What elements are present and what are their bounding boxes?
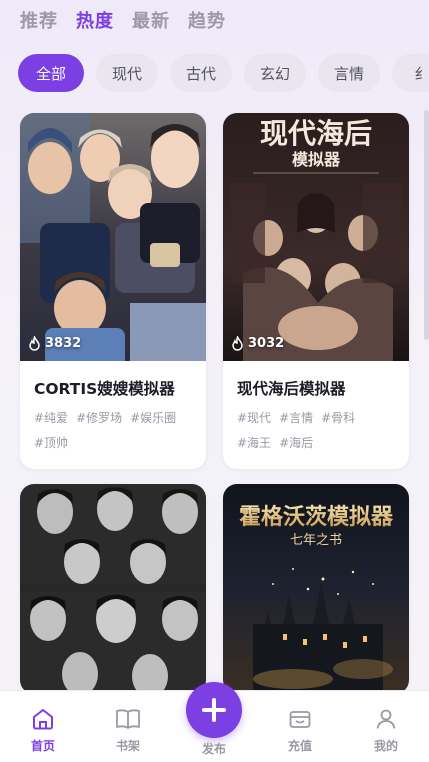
tab-hot[interactable]: 热度 bbox=[76, 7, 114, 33]
wallet-icon bbox=[289, 711, 311, 728]
story-cover-image bbox=[20, 484, 206, 694]
category-chip-modern[interactable]: 现代 bbox=[96, 54, 159, 92]
cover-subtitle-text: 模拟器 bbox=[292, 150, 341, 169]
publish-label: 发布 bbox=[201, 742, 226, 756]
flame-icon bbox=[29, 336, 40, 351]
story-tag[interactable]: #骨科 bbox=[321, 409, 355, 427]
story-cover-image: 3832 bbox=[20, 113, 206, 361]
story-title: 现代海后模拟器 bbox=[237, 380, 346, 398]
nav-recharge[interactable]: 充值 bbox=[270, 707, 330, 754]
top-tab-bar: 推荐 热度 最新 趋势 bbox=[0, 0, 429, 40]
story-tag[interactable]: #修罗场 bbox=[76, 409, 122, 427]
story-tag[interactable]: #顶帅 bbox=[34, 434, 68, 452]
nav-bookshelf[interactable]: 书架 bbox=[98, 707, 158, 754]
tab-latest[interactable]: 最新 bbox=[132, 7, 170, 33]
story-tag[interactable]: #海王 bbox=[237, 434, 271, 452]
story-tags: #纯爱 #修罗场 #娱乐圈 #顶帅 bbox=[20, 399, 206, 452]
heat-value: 3832 bbox=[45, 336, 82, 351]
nav-bookshelf-label: 书架 bbox=[115, 739, 140, 753]
book-icon bbox=[116, 709, 140, 729]
story-cover-image: 现代海后 模拟器 3032 bbox=[223, 113, 409, 361]
cover-title-text: 霍格沃茨模拟器 bbox=[239, 504, 394, 530]
nav-mine-label: 我的 bbox=[373, 739, 398, 753]
story-tags: #现代 #言情 #骨科 #海王 #海后 bbox=[223, 399, 409, 452]
flame-icon bbox=[232, 336, 243, 351]
nav-home[interactable]: 首页 bbox=[13, 707, 73, 754]
nav-recharge-label: 充值 bbox=[287, 739, 312, 753]
cover-title-text: 现代海后 bbox=[260, 117, 372, 150]
nav-home-label: 首页 bbox=[30, 739, 55, 753]
story-tag[interactable]: #娱乐圈 bbox=[130, 409, 176, 427]
story-card[interactable]: 霍格沃茨模拟器 七年之书 bbox=[223, 484, 409, 694]
cover-subtitle-text: 七年之书 bbox=[290, 533, 342, 548]
plus-icon bbox=[202, 698, 226, 722]
story-tag[interactable]: #言情 bbox=[279, 409, 313, 427]
heat-value: 3032 bbox=[248, 336, 285, 351]
category-chip-partial[interactable]: 纟 bbox=[392, 54, 429, 92]
story-tag[interactable]: #海后 bbox=[279, 434, 313, 452]
tab-trend[interactable]: 趋势 bbox=[188, 7, 226, 33]
category-chip-ancient[interactable]: 古代 bbox=[170, 54, 233, 92]
story-card[interactable]: 现代海后 模拟器 3032 现代海后模拟器 #现代 #言情 #骨科 #海王 #海… bbox=[223, 113, 409, 469]
nav-mine[interactable]: 我的 bbox=[356, 707, 416, 754]
category-chip-all[interactable]: 全部 bbox=[18, 54, 84, 92]
story-tag[interactable]: #纯爱 bbox=[34, 409, 68, 427]
category-chip-fantasy[interactable]: 玄幻 bbox=[244, 54, 307, 92]
story-title: CORTIS嫂嫂模拟器 bbox=[34, 380, 175, 398]
user-icon bbox=[376, 709, 396, 729]
tab-recommend[interactable]: 推荐 bbox=[20, 7, 58, 33]
story-tag[interactable]: #现代 bbox=[237, 409, 271, 427]
story-cover-image: 霍格沃茨模拟器 七年之书 bbox=[223, 484, 409, 694]
scrollbar[interactable] bbox=[424, 110, 429, 340]
category-filter-row: 全部 现代 古代 玄幻 言情 纟 bbox=[18, 54, 429, 94]
category-chip-romance[interactable]: 言情 bbox=[318, 54, 381, 92]
story-card[interactable] bbox=[20, 484, 206, 694]
publish-button[interactable] bbox=[186, 682, 242, 738]
home-icon bbox=[33, 709, 53, 730]
story-card[interactable]: 3832 CORTIS嫂嫂模拟器 #纯爱 #修罗场 #娱乐圈 #顶帅 bbox=[20, 113, 206, 469]
heat-count: 3032 bbox=[231, 336, 284, 351]
heat-count: 3832 bbox=[28, 336, 81, 351]
